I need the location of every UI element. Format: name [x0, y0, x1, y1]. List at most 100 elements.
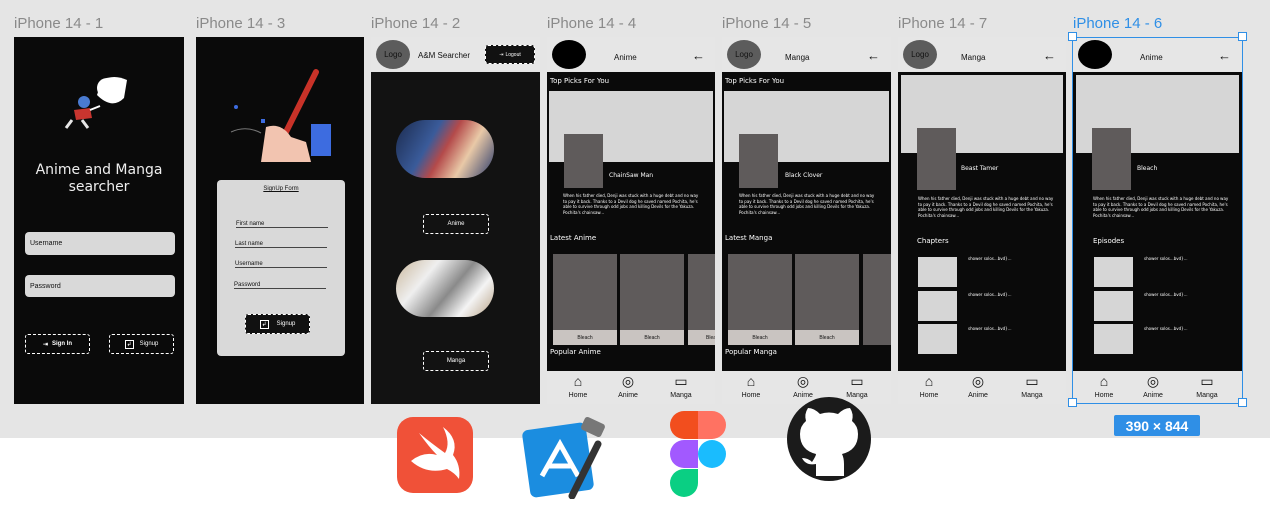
- frame-title-2[interactable]: iPhone 14 - 2: [371, 15, 460, 32]
- signup-form-card: SignUp Form First name Last name Usernam…: [217, 180, 345, 356]
- nav-home[interactable]: Home: [909, 392, 949, 399]
- top-bar: Logo A&M Searcher ⇥ Logout: [371, 37, 540, 72]
- frame-home[interactable]: Logo A&M Searcher ⇥ Logout Anime Manga: [371, 37, 540, 404]
- logout-button[interactable]: ⇥ Logout: [485, 45, 535, 64]
- chapter-title-3[interactable]: shower solos...bvd}...: [968, 326, 1012, 331]
- sign-in-button[interactable]: ⇥ Sign In: [25, 334, 90, 354]
- anime-button[interactable]: Anime: [423, 214, 489, 234]
- book-icon[interactable]: ▭: [666, 373, 696, 390]
- leaf-icon[interactable]: ◎: [788, 373, 818, 390]
- episode-thumb-3[interactable]: [1094, 324, 1133, 354]
- back-arrow-icon[interactable]: ←: [1218, 48, 1231, 63]
- chapter-title-2[interactable]: shower solos...bvd}...: [968, 292, 1012, 297]
- chapter-title-1[interactable]: shower solos...bvd}...: [968, 256, 1012, 261]
- signup-submit-button[interactable]: ↲ Signup: [245, 314, 310, 334]
- home-icon[interactable]: ⌂: [736, 373, 766, 389]
- leaf-icon[interactable]: ◎: [1138, 373, 1168, 390]
- latest-card-1[interactable]: Bleach: [553, 254, 617, 345]
- card-title: Bleach: [553, 330, 617, 345]
- frame-title-4[interactable]: iPhone 14 - 4: [547, 15, 636, 32]
- frame-title-1[interactable]: iPhone 14 - 1: [14, 15, 103, 32]
- resize-handle-bottom-right[interactable]: [1238, 398, 1247, 407]
- logo: Logo: [727, 40, 761, 69]
- logo: Logo: [376, 40, 410, 69]
- back-arrow-icon[interactable]: ←: [867, 48, 880, 63]
- top-picks-label: Top Picks For You: [725, 77, 785, 85]
- anime-character-illustration: [64, 77, 127, 129]
- nav-anime[interactable]: Anime: [1133, 392, 1173, 399]
- card-title: Bleach: [688, 330, 715, 345]
- manga-button[interactable]: Manga: [423, 351, 489, 371]
- book-icon[interactable]: ▭: [842, 373, 872, 390]
- home-icon[interactable]: ⌂: [563, 373, 593, 389]
- form-title: SignUp Form: [263, 186, 299, 192]
- resize-handle-bottom-left[interactable]: [1068, 398, 1077, 407]
- frame-manga-detail[interactable]: Logo Manga ← Beast Tamer When his father…: [898, 37, 1066, 404]
- back-arrow-icon[interactable]: ←: [692, 48, 705, 63]
- username-field[interactable]: Username: [25, 232, 175, 255]
- nav-manga[interactable]: Manga: [1012, 392, 1052, 399]
- detail-cover: [1092, 128, 1131, 190]
- frame-title-3[interactable]: iPhone 14 - 3: [196, 15, 285, 32]
- nav-manga[interactable]: Manga: [1187, 392, 1227, 399]
- manga-cover-image[interactable]: [396, 260, 494, 317]
- frame-title-5[interactable]: iPhone 14 - 5: [722, 15, 811, 32]
- swift-icon: [397, 417, 473, 493]
- resize-handle-top-right[interactable]: [1238, 32, 1247, 41]
- signup-button[interactable]: ↲ Signup: [109, 334, 174, 354]
- logo-placeholder: [552, 40, 586, 69]
- frame-signup[interactable]: SignUp Form First name Last name Usernam…: [196, 37, 364, 404]
- home-icon[interactable]: ⌂: [914, 373, 944, 389]
- episode-title-1[interactable]: shower solos...bvd}...: [1144, 256, 1188, 261]
- nav-anime[interactable]: Anime: [958, 392, 998, 399]
- username-input[interactable]: Username: [235, 261, 327, 268]
- leaf-icon[interactable]: ◎: [613, 373, 643, 390]
- book-icon[interactable]: ▭: [1017, 373, 1047, 390]
- latest-card-3[interactable]: [863, 254, 891, 345]
- password-input[interactable]: Password: [234, 282, 326, 289]
- frame-manga-list[interactable]: Logo Manga ← Top Picks For You Black Clo…: [722, 37, 891, 404]
- logout-icon: ⇥: [499, 51, 504, 58]
- last-name-input[interactable]: Last name: [235, 241, 327, 248]
- episode-thumb-1[interactable]: [1094, 257, 1133, 287]
- chapter-thumb-3[interactable]: [918, 324, 957, 354]
- frame-login[interactable]: Anime and Manga searcher Username Passwo…: [14, 37, 184, 404]
- latest-card-1[interactable]: Bleach: [728, 254, 792, 345]
- nav-home[interactable]: Home: [731, 392, 771, 399]
- back-arrow-icon[interactable]: ←: [1043, 48, 1056, 63]
- leaf-icon[interactable]: ◎: [963, 373, 993, 390]
- nav-manga[interactable]: Manga: [661, 392, 701, 399]
- latest-card-2[interactable]: Bleach: [620, 254, 684, 345]
- featured-cover[interactable]: [564, 134, 603, 188]
- chapter-thumb-2[interactable]: [918, 291, 957, 321]
- anime-cover-image[interactable]: [396, 120, 494, 178]
- nav-anime[interactable]: Anime: [608, 392, 648, 399]
- episode-title-2[interactable]: shower solos...bvd}...: [1144, 292, 1188, 297]
- signup-icon: ↲: [259, 319, 269, 329]
- card-title: Bleach: [795, 330, 859, 345]
- latest-card-2[interactable]: Bleach: [795, 254, 859, 345]
- frame-anime-list[interactable]: Anime ← Top Picks For You ChainSaw Man W…: [547, 37, 715, 404]
- featured-cover[interactable]: [739, 134, 778, 188]
- pen-hand-illustration: [230, 69, 331, 162]
- nav-home[interactable]: Home: [558, 392, 598, 399]
- book-icon[interactable]: ▭: [1192, 373, 1222, 390]
- chapter-thumb-1[interactable]: [918, 257, 957, 287]
- bottom-nav: ⌂ Home ◎ Anime ▭ Manga: [1073, 371, 1242, 404]
- detail-title: Bleach: [1137, 165, 1158, 172]
- home-icon[interactable]: ⌂: [1089, 373, 1119, 389]
- first-name-input[interactable]: First name: [236, 221, 328, 228]
- frame-anime-detail[interactable]: Anime ← Bleach When his father died, Den…: [1073, 37, 1242, 404]
- frame-title-7[interactable]: iPhone 14 - 7: [898, 15, 987, 32]
- frame-title-6[interactable]: iPhone 14 - 6: [1073, 15, 1162, 32]
- episode-title-3[interactable]: shower solos...bvd}...: [1144, 326, 1188, 331]
- password-field[interactable]: Password: [25, 275, 175, 297]
- featured-description: When his father died, Denji was stuck wi…: [739, 193, 875, 215]
- page-header: Manga: [961, 53, 986, 62]
- nav-home[interactable]: Home: [1084, 392, 1124, 399]
- latest-card-3[interactable]: Bleach: [688, 254, 715, 345]
- resize-handle-top-left[interactable]: [1068, 32, 1077, 41]
- dimension-badge: 390 × 844: [1114, 415, 1200, 436]
- design-canvas[interactable]: iPhone 14 - 1 iPhone 14 - 3 iPhone 14 - …: [0, 0, 1270, 438]
- episode-thumb-2[interactable]: [1094, 291, 1133, 321]
